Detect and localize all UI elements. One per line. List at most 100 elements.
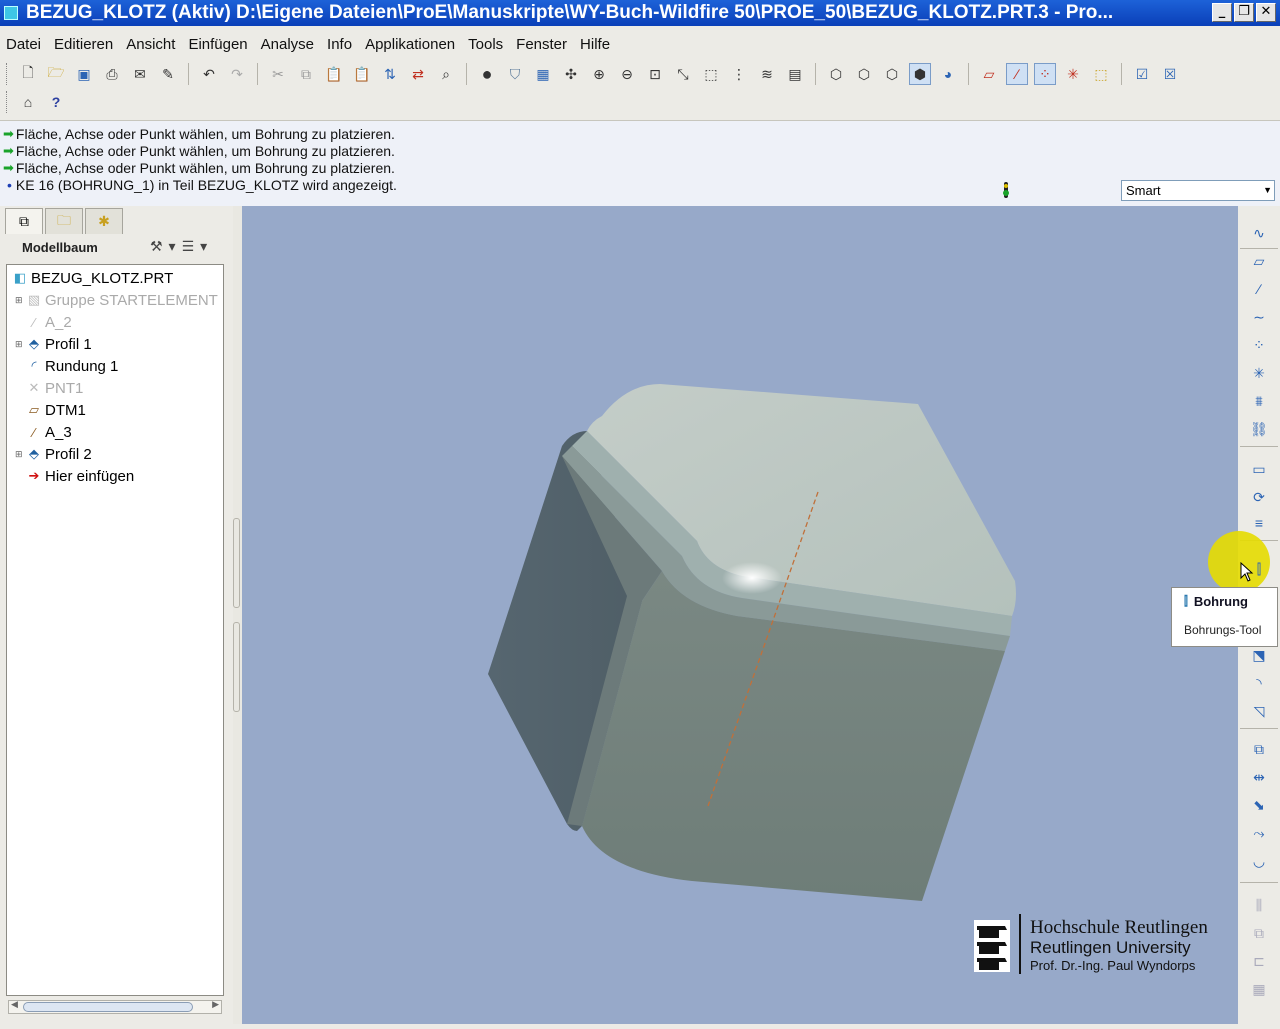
view-manager-icon[interactable]: ⋮ [728, 63, 750, 85]
find-icon[interactable]: ⌕ [435, 63, 457, 85]
menu-einfuegen[interactable]: Einfügen [188, 36, 247, 53]
splitter-handle[interactable] [233, 622, 240, 712]
menu-editieren[interactable]: Editieren [54, 36, 113, 53]
tree-item[interactable]: ⁄ A_2 [7, 311, 72, 333]
minimize-button[interactable]: _ [1212, 3, 1232, 22]
saved-orientation-icon[interactable]: ⬚ [700, 63, 722, 85]
view-manager-dialog-icon[interactable]: ▤ [784, 63, 806, 85]
repaint-icon[interactable]: ▦ [532, 63, 554, 85]
expand-icon[interactable]: ⊞ [15, 449, 25, 460]
menu-tools[interactable]: Tools [468, 36, 503, 53]
no-hidden-icon[interactable]: ⬡ [881, 63, 903, 85]
open-file-icon[interactable]: 🗁 [45, 63, 67, 85]
paste-icon[interactable]: 📋 [323, 63, 345, 85]
regen-manager-icon[interactable]: ⇄ [407, 63, 429, 85]
tab-favorites[interactable]: ✱ [85, 208, 123, 234]
trim-icon[interactable]: ⤳ [1246, 822, 1272, 844]
tree-item[interactable]: ⊞ ⬘ Profil 2 [7, 443, 92, 465]
window-activate-icon[interactable]: ☑ [1131, 63, 1153, 85]
plane-display-icon[interactable]: ▱ [978, 63, 1000, 85]
show-menu-icon[interactable]: ☰▾ [182, 238, 214, 254]
expand-icon[interactable]: ⊞ [15, 295, 25, 306]
tree-item[interactable]: ◧ BEZUG_KLOTZ.PRT [7, 267, 173, 289]
tree-item[interactable]: ➔ Hier einfügen [7, 465, 135, 487]
menu-analyse[interactable]: Analyse [261, 36, 314, 53]
menu-hilfe[interactable]: Hilfe [580, 36, 610, 53]
menu-applikationen[interactable]: Applikationen [365, 36, 455, 53]
extrude-icon[interactable]: ▭ [1246, 458, 1272, 480]
csys-display-icon[interactable]: ✳ [1062, 63, 1084, 85]
toolbar-grip[interactable] [6, 91, 10, 113]
tree-item[interactable]: ▱ DTM1 [7, 399, 86, 421]
edit-icon[interactable]: ✎ [157, 63, 179, 85]
toolbar-grip[interactable] [6, 63, 10, 85]
menu-fenster[interactable]: Fenster [516, 36, 567, 53]
csys-icon[interactable]: ✳ [1246, 362, 1272, 384]
menu-datei[interactable]: Datei [6, 36, 41, 53]
copy-disabled-icon[interactable]: ⧉ [1246, 922, 1272, 944]
grid-disabled-icon[interactable]: ▦ [1246, 978, 1272, 1000]
chamfer-icon[interactable]: ◹ [1246, 700, 1272, 722]
zoom-out-icon[interactable]: ⊖ [616, 63, 638, 85]
round-icon[interactable]: ◝ [1246, 672, 1272, 694]
menu-info[interactable]: Info [327, 36, 352, 53]
graphics-window[interactable] [242, 206, 1238, 1024]
reorient-icon[interactable]: ⤡ [672, 63, 694, 85]
annotation-display-icon[interactable]: ⬚ [1090, 63, 1112, 85]
sketch-icon[interactable]: ∿ [1246, 222, 1272, 244]
paste-disabled-icon[interactable]: ⊏ [1246, 950, 1272, 972]
enhanced-realism-icon[interactable]: ◕ [937, 63, 959, 85]
menu-ansicht[interactable]: Ansicht [126, 36, 175, 53]
offset-icon[interactable]: ◡ [1246, 850, 1272, 872]
scroll-right-icon[interactable]: ▶ [212, 999, 219, 1010]
shading-icon[interactable]: ⬢ [909, 63, 931, 85]
settings-icon[interactable]: ⚒▾ [150, 238, 182, 254]
save-icon[interactable]: ▣ [73, 63, 95, 85]
chain-icon[interactable]: ⛓ [1246, 418, 1272, 440]
regenerate-icon[interactable]: ⇅ [379, 63, 401, 85]
layers-icon[interactable]: ≋ [756, 63, 778, 85]
maximize-button[interactable]: ❐ [1234, 3, 1254, 22]
axis-display-icon[interactable]: ∕ [1006, 63, 1028, 85]
paste-special-icon[interactable]: 📋 [351, 63, 373, 85]
regeneration-status-icon[interactable] [1000, 181, 1012, 199]
redo-icon[interactable]: ↷ [226, 63, 248, 85]
zoom-in-icon[interactable]: ⊕ [588, 63, 610, 85]
expand-icon[interactable]: ⊞ [15, 339, 25, 350]
selection-filter-select[interactable]: Smart ▼ [1121, 180, 1275, 201]
spin-center-icon[interactable]: ✣ [560, 63, 582, 85]
pattern-icon[interactable]: ⧉ [1246, 738, 1272, 760]
tab-model-tree[interactable]: ⧉ [5, 208, 43, 234]
shell-icon[interactable]: ⬔ [1246, 644, 1272, 666]
mirror-icon[interactable]: ⇹ [1246, 766, 1272, 788]
wireframe-icon[interactable]: ⬡ [825, 63, 847, 85]
context-help-icon[interactable]: ? [45, 91, 67, 113]
home-icon[interactable]: ⌂ [17, 91, 39, 113]
close-button[interactable]: ✕ [1256, 3, 1276, 22]
point-display-icon[interactable]: ⁘ [1034, 63, 1056, 85]
scrollbar-thumb[interactable] [23, 1002, 193, 1012]
datum-axis-icon[interactable]: ∕ [1246, 278, 1272, 300]
merge-icon[interactable]: ⬊ [1246, 794, 1272, 816]
datum-point-icon[interactable]: ⁘ [1246, 334, 1272, 356]
tree-item[interactable]: ✕ PNT1 [7, 377, 84, 399]
saved-views-icon[interactable]: ⛉ [504, 63, 526, 85]
cut-icon[interactable]: ✂ [267, 63, 289, 85]
send-mail-icon[interactable]: ✉ [129, 63, 151, 85]
scroll-left-icon[interactable]: ◀ [11, 999, 18, 1010]
splitter-handle[interactable] [233, 518, 240, 608]
display-style-icon[interactable]: ● [476, 63, 498, 85]
tree-item[interactable]: ⊞ ⬘ Profil 1 [7, 333, 92, 355]
window-close-icon[interactable]: ☒ [1159, 63, 1181, 85]
hidden-line-icon[interactable]: ⬡ [853, 63, 875, 85]
tab-folder-browser[interactable]: 🗀 [45, 208, 83, 234]
analysis-icon[interactable]: ⩩ [1246, 390, 1272, 412]
horizontal-scrollbar[interactable]: ◀ ▶ [8, 999, 222, 1014]
datum-curve-icon[interactable]: ∼ [1246, 306, 1272, 328]
tree-item[interactable]: ⁄ A_3 [7, 421, 72, 443]
revolve-icon[interactable]: ⟳ [1246, 486, 1272, 508]
panel-splitter[interactable] [233, 206, 242, 1024]
model-3d-view[interactable] [242, 206, 1238, 1024]
new-file-icon[interactable]: 🗋 [17, 63, 39, 85]
mirror-disabled-icon[interactable]: ⫼ [1246, 894, 1272, 916]
